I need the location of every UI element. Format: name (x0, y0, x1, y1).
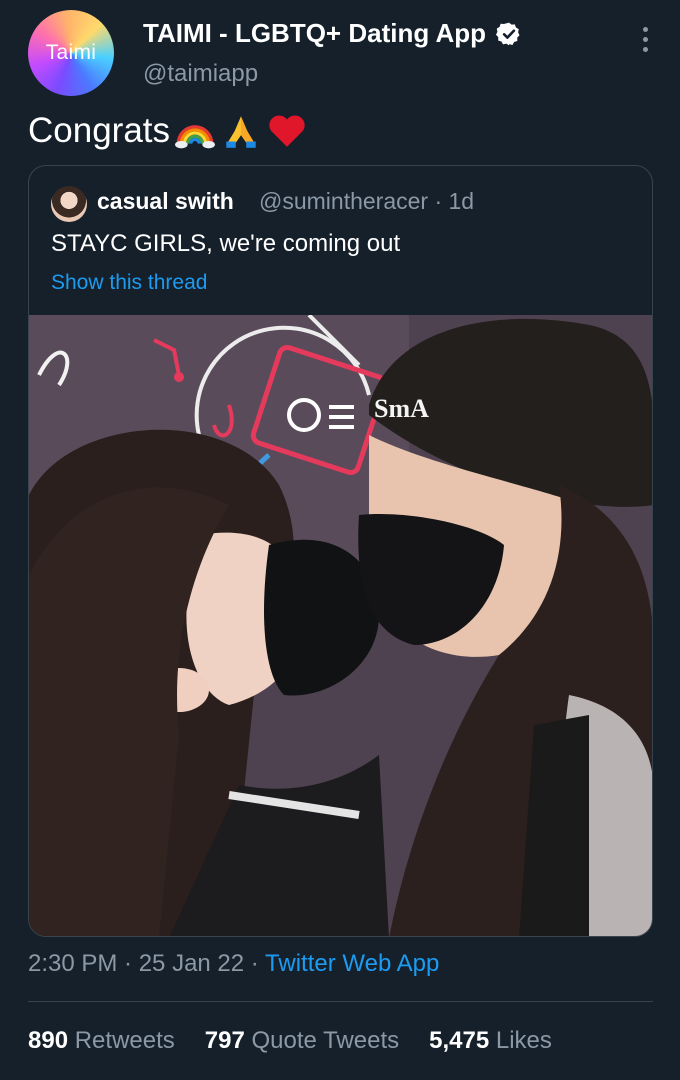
tweet-source-link[interactable]: Twitter Web App (265, 950, 439, 977)
likes-label: Likes (495, 1027, 552, 1054)
likes-stat[interactable]: 5,475 Likes (429, 1027, 552, 1055)
quoted-author-avatar[interactable] (51, 186, 87, 222)
tweet-detail: Taimi TAIMI - LGBTQ+ Dating App @taimiap… (0, 0, 680, 1080)
tweet-meta: 2:30 PM · 25 Jan 22 · Twitter Web App (28, 950, 439, 978)
tweet-stats: 890 Retweets 797 Quote Tweets 5,475 Like… (28, 1027, 552, 1055)
quoted-author-name[interactable]: casual swith (97, 188, 234, 215)
quoted-tweet-photo[interactable]: SmA (29, 315, 652, 936)
quotes-label: Quote Tweets (251, 1027, 400, 1054)
rainbow-emoji-icon (175, 125, 215, 149)
tweet-text: Congrats (28, 110, 308, 152)
author-display-name[interactable]: TAIMI - LGBTQ+ Dating App (143, 18, 486, 49)
quoted-tweet-card[interactable]: casual swith @sumintheracer · 1d STAYC G… (28, 165, 653, 937)
divider (28, 1001, 653, 1002)
more-options-icon[interactable] (630, 22, 660, 56)
retweets-label: Retweets (74, 1027, 175, 1054)
retweets-stat[interactable]: 890 Retweets (28, 1027, 175, 1055)
beanie-text: SmA (374, 394, 429, 423)
tweet-text-content: Congrats (28, 111, 171, 150)
quote-tweets-stat[interactable]: 797 Quote Tweets (205, 1027, 399, 1055)
avatar-text: Taimi (45, 41, 97, 64)
verified-badge-icon (496, 22, 520, 46)
red-heart-emoji-icon (269, 115, 305, 147)
folded-hands-emoji-icon (226, 116, 256, 148)
quotes-count: 797 (204, 1027, 245, 1054)
tweet-timestamp[interactable]: 2:30 PM · 25 Jan 22 · (28, 950, 265, 977)
author-handle[interactable]: @taimiapp (143, 60, 258, 88)
likes-count: 5,475 (429, 1027, 490, 1054)
quoted-author-handle-time[interactable]: @sumintheracer · 1d (259, 188, 474, 215)
retweets-count: 890 (28, 1027, 69, 1054)
show-thread-link[interactable]: Show this thread (51, 271, 207, 295)
author-avatar[interactable]: Taimi (28, 10, 114, 96)
quoted-tweet-text: STAYC GIRLS, we're coming out (51, 230, 401, 257)
